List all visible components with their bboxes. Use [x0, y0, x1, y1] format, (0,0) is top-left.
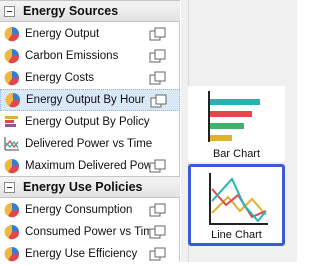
copy-icon[interactable] [149, 71, 167, 85]
section-title: Energy Use Policies [23, 180, 143, 194]
item-label: Energy Output [25, 28, 100, 40]
list-item-energy-output[interactable]: Energy Output [0, 23, 180, 45]
pie-chart-icon [4, 246, 20, 262]
list-item-energy-output-by-hour[interactable]: Energy Output By Hour [0, 89, 180, 111]
list-item-energy-costs[interactable]: Energy Costs [0, 67, 180, 89]
item-label: Carbon Emissions [25, 50, 119, 62]
item-label: Energy Use Efficiency [25, 248, 138, 260]
item-label: Energy Costs [25, 72, 95, 84]
pie-chart-icon [4, 26, 20, 42]
list-item-energy-consumption[interactable]: Energy Consumption [0, 199, 180, 221]
bar-chart-icon [208, 91, 260, 142]
chart-type-line[interactable]: Line Chart [188, 164, 285, 246]
section-header-energy-use-policies[interactable]: Energy Use Policies [0, 176, 180, 198]
list-item-energy-output-by-policy[interactable]: Energy Output By Policy [0, 111, 180, 133]
copy-icon[interactable] [149, 159, 167, 173]
section-header-energy-sources[interactable]: Energy Sources [0, 0, 180, 22]
copy-icon[interactable] [150, 94, 168, 108]
item-label: Maximum Delivered Power [25, 160, 163, 172]
line-chart-icon [4, 137, 19, 151]
item-label: Energy Consumption [25, 204, 133, 216]
copy-icon[interactable] [149, 49, 167, 63]
list-item-consumed-power-vs-time[interactable]: Consumed Power vs Time [0, 221, 180, 243]
pie-chart-icon [4, 70, 20, 86]
item-label: Energy Output By Hour [26, 94, 145, 106]
list-item-maximum-delivered-power[interactable]: Maximum Delivered Power [0, 155, 180, 177]
chart-list-panel: Energy Sources Energy Output Carbon Emis… [0, 0, 180, 262]
copy-icon[interactable] [149, 203, 167, 217]
pie-chart-icon [4, 224, 20, 240]
bar-chart-icon [5, 116, 18, 127]
pie-chart-icon [4, 202, 20, 218]
line-chart-icon [209, 173, 268, 225]
item-label: Delivered Power vs Time [25, 138, 153, 150]
pie-chart-icon [4, 48, 20, 64]
item-label: Energy Output By Policy [25, 116, 150, 128]
collapse-toggle[interactable] [4, 181, 15, 193]
collapse-toggle[interactable] [4, 5, 15, 17]
list-item-carbon-emissions[interactable]: Carbon Emissions [0, 45, 180, 67]
copy-icon[interactable] [149, 225, 167, 239]
pie-chart-icon [4, 158, 20, 174]
pie-chart-icon [5, 92, 21, 108]
copy-icon[interactable] [149, 247, 167, 261]
section-title: Energy Sources [23, 4, 119, 18]
chart-type-label: Line Chart [211, 229, 262, 241]
list-item-delivered-power-vs-time[interactable]: Delivered Power vs Time [0, 133, 180, 155]
copy-icon[interactable] [149, 27, 167, 41]
chart-type-bar[interactable]: Bar Chart [188, 86, 285, 162]
item-label: Consumed Power vs Time [25, 226, 160, 238]
chart-type-label: Bar Chart [212, 148, 261, 160]
